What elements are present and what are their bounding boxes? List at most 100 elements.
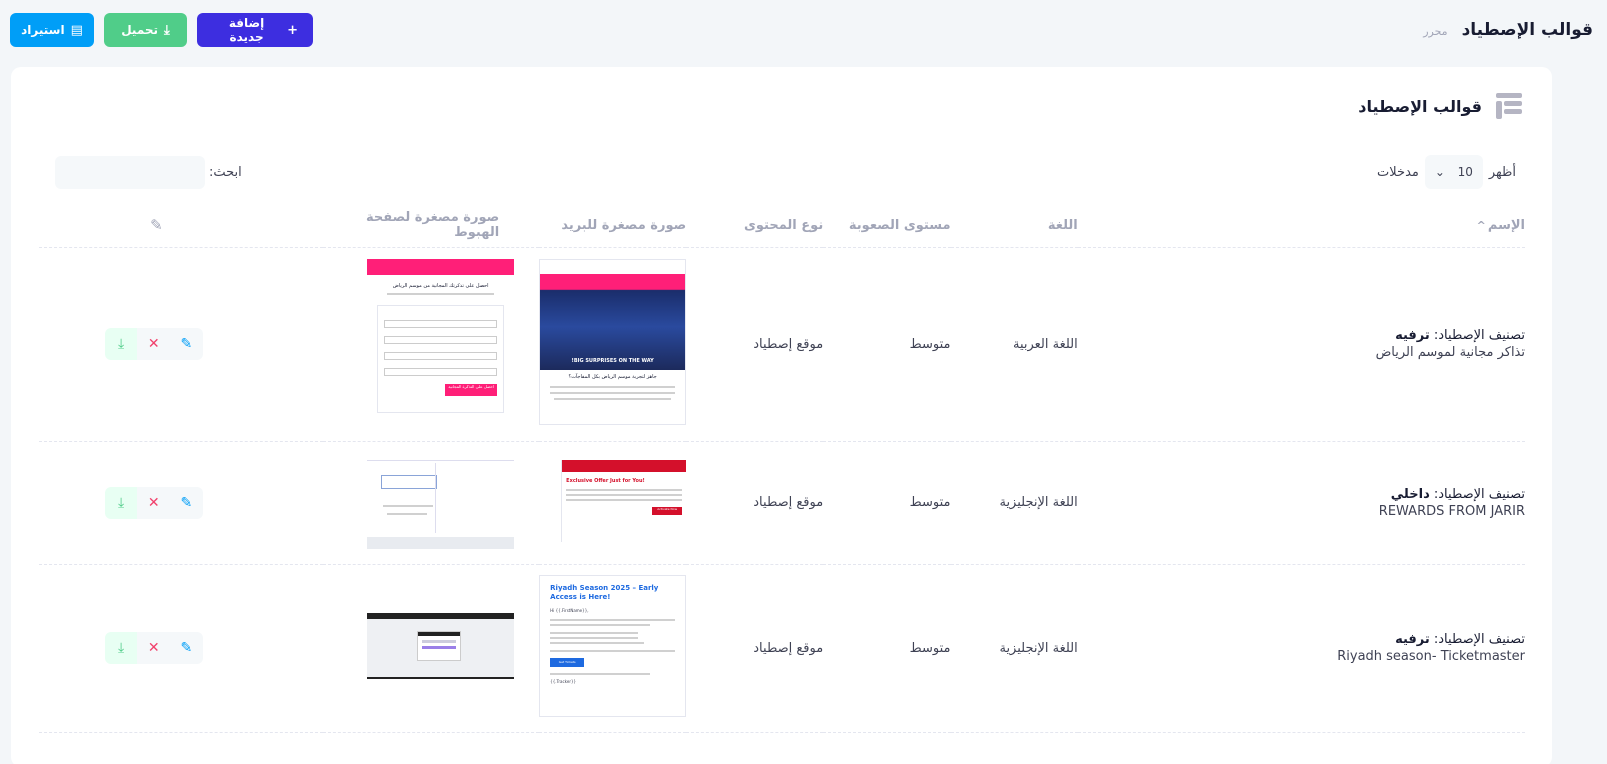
close-icon: ✕ [147, 494, 160, 511]
email-hero-image: BIG SURPRISES ON THE WAY! [540, 274, 686, 370]
email-heading: جاهز لتجربة موسم الرياض بكل المفاجآت؟ [568, 374, 657, 380]
col-content-type[interactable]: نوع المحتوى [686, 204, 824, 248]
landing-thumb-cell: احصل على تذكرتك المجانية من موسم الرياض … [322, 247, 540, 442]
email-header-bar [562, 459, 687, 472]
search-label: ابحث: [209, 165, 242, 180]
template-name[interactable]: تذاكر مجانية لموسم الرياض [1078, 345, 1525, 360]
name-cell: تصنيف الإصطياد: ترفيه Riyadh season- Tic… [1077, 564, 1525, 733]
col-difficulty[interactable]: مستوى الصعوبة [823, 204, 951, 248]
download-row-button[interactable]: ⤓ [104, 632, 138, 664]
table-row: تصنيف الإصطياد: ترفيه تذاكر مجانية لموسم… [39, 247, 1525, 442]
edit-icon: ✎ [150, 216, 163, 235]
card-title: قوالب الإصطياد [1358, 96, 1482, 116]
email-heading: Exclusive Offer Just for You! [566, 477, 645, 484]
row-actions: ⤓ ✕ ✎ [104, 486, 203, 519]
email-thumbnail[interactable]: BIG SURPRISES ON THE WAY! جاهز لتجربة مو… [539, 259, 687, 425]
import-button[interactable]: ▤ استيراد [10, 13, 94, 47]
row-actions: ⤓ ✕ ✎ [104, 632, 203, 664]
templates-card: قوالب الإصطياد أظهر ⌄ 10 مدخلات ابحث: ال… [11, 67, 1552, 764]
page-subtitle: محرر [1423, 25, 1448, 38]
edit-row-button[interactable]: ✎ [170, 632, 203, 664]
landing-thumb-cell [322, 564, 540, 733]
landing-thumbnail[interactable] [367, 613, 515, 679]
language-cell: اللغة الإنجليزية [950, 564, 1078, 733]
actions-cell: ⤓ ✕ ✎ [39, 564, 323, 733]
difficulty-cell: متوسط [823, 441, 951, 565]
col-name[interactable]: الإسم^ [1077, 204, 1525, 248]
download-icon: ⤓ [117, 336, 125, 352]
category-value: ترفيه [1395, 328, 1430, 343]
add-new-button[interactable]: + إضافة جديدة [197, 13, 313, 47]
template-name[interactable]: Riyadh season- Ticketmaster [1078, 649, 1525, 664]
email-greeting: Hi {{.FirstName}}, [550, 608, 589, 613]
content-type-cell: موقع إصطياد [686, 564, 824, 733]
search-control: ابحث: [55, 156, 242, 189]
entries-label: مدخلات [1377, 164, 1419, 180]
col-language[interactable]: اللغة [950, 204, 1078, 248]
templates-table: الإسم^ اللغة مستوى الصعوبة نوع المحتوى ص… [39, 204, 1525, 733]
difficulty-cell: متوسط [823, 247, 951, 442]
chevron-down-icon: ⌄ [1434, 165, 1445, 179]
email-thumbnail[interactable]: Exclusive Offer Just for You! Activate N… [561, 459, 687, 542]
email-thumb-cell: BIG SURPRISES ON THE WAY! جاهز لتجربة مو… [539, 247, 687, 442]
search-input[interactable] [55, 156, 205, 189]
actions-cell: ⤓ ✕ ✎ [39, 441, 323, 565]
page-size-select[interactable]: ⌄ 10 [1424, 155, 1483, 189]
top-bar: قوالب الإصطياد محرر + إضافة جديدة ⤓ تحمي… [0, 0, 1607, 60]
table-row: تصنيف الإصطياد: ترفيه Riyadh season- Tic… [39, 564, 1525, 733]
email-heading: Riyadh Season 2025 – Early Access is Her… [550, 584, 659, 601]
sort-up-icon: ^ [1476, 218, 1486, 232]
name-cell: تصنيف الإصطياد: داخلي REWARDS FROM JARIR [1077, 441, 1525, 565]
delete-row-button[interactable]: ✕ [137, 486, 171, 519]
download-row-button[interactable]: ⤓ [104, 486, 138, 519]
category-label: تصنيف الإصطياد: [1433, 632, 1525, 647]
category-line: تصنيف الإصطياد: ترفيه [1078, 328, 1525, 343]
col-landing-thumb[interactable]: صورة مصغرة لصفحة الهبوط [322, 204, 540, 248]
edit-row-button[interactable]: ✎ [170, 486, 203, 519]
content-type-cell: موقع إصطياد [686, 247, 824, 442]
import-label: استيراد [21, 23, 65, 37]
plus-icon: + [287, 22, 298, 38]
category-value: داخلي [1390, 486, 1430, 502]
actions-cell: ⤓ ✕ ✎ [39, 247, 323, 442]
name-cell: تصنيف الإصطياد: ترفيه تذاكر مجانية لموسم… [1077, 247, 1525, 442]
category-line: تصنيف الإصطياد: ترفيه [1078, 632, 1525, 647]
landing-thumbnail[interactable]: احصل على تذكرتك المجانية من موسم الرياض … [367, 259, 515, 425]
edit-icon: ✎ [180, 494, 193, 511]
email-cta: Activate Now [652, 506, 683, 515]
landing-thumbnail[interactable] [367, 452, 515, 549]
difficulty-cell: متوسط [823, 564, 951, 733]
content-type-cell: موقع إصطياد [686, 441, 824, 565]
download-icon: ⤓ [117, 640, 125, 656]
table-row: تصنيف الإصطياد: داخلي REWARDS FROM JARIR… [39, 441, 1525, 565]
landing-form: احصل على التذكرة المجانية [377, 305, 505, 413]
download-label: تحميل [121, 23, 159, 37]
table-header-row: الإسم^ اللغة مستوى الصعوبة نوع المحتوى ص… [39, 204, 1525, 248]
category-line: تصنيف الإصطياد: داخلي [1078, 487, 1525, 502]
top-actions: + إضافة جديدة ⤓ تحميل ▤ استيراد [10, 13, 313, 47]
template-name[interactable]: REWARDS FROM JARIR [1078, 504, 1525, 519]
download-button[interactable]: ⤓ تحميل [104, 13, 187, 47]
category-label: تصنيف الإصطياد: [1433, 328, 1525, 343]
download-row-button[interactable]: ⤓ [104, 328, 138, 360]
email-thumbnail[interactable]: Riyadh Season 2025 – Early Access is Her… [539, 575, 687, 717]
edit-icon: ✎ [180, 336, 193, 352]
show-label: أظهر [1488, 164, 1516, 180]
close-icon: ✕ [147, 336, 160, 352]
delete-row-button[interactable]: ✕ [137, 632, 171, 664]
email-banner-text: BIG SURPRISES ON THE WAY! [571, 358, 654, 364]
landing-thumb-cell [322, 441, 540, 565]
delete-row-button[interactable]: ✕ [137, 328, 171, 360]
language-cell: اللغة العربية [950, 247, 1078, 442]
email-cta: Get Tickets [550, 658, 585, 667]
download-icon: ⤓ [117, 494, 125, 511]
landing-submit-button: احصل على التذكرة المجانية [445, 384, 498, 396]
language-cell: اللغة الإنجليزية [950, 441, 1078, 565]
landing-heading: احصل على تذكرتك المجانية من موسم الرياض [392, 283, 489, 289]
col-email-thumb[interactable]: صورة مصغرة للبريد [539, 204, 687, 248]
edit-row-button[interactable]: ✎ [170, 328, 203, 360]
close-icon: ✕ [147, 640, 160, 656]
edit-icon: ✎ [180, 640, 193, 656]
email-thumb-cell: Riyadh Season 2025 – Early Access is Her… [539, 564, 687, 733]
page-title-wrap: قوالب الإصطياد محرر [1423, 20, 1593, 40]
